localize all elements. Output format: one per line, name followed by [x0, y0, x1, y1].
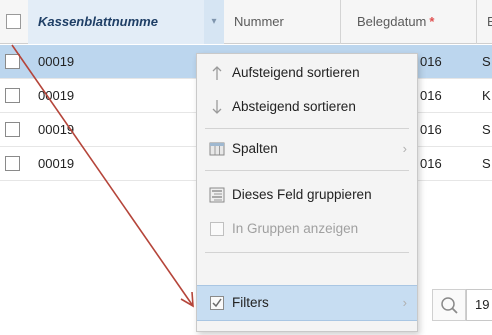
cell-kassenblattnummer: 00019 — [38, 156, 75, 171]
column-header-label: E — [487, 14, 492, 29]
cell-e: S — [482, 122, 491, 137]
row-checkbox[interactable] — [5, 156, 20, 171]
row-checkbox[interactable] — [5, 122, 20, 137]
columns-icon — [209, 142, 225, 156]
cell-e: S — [482, 156, 491, 171]
menu-item-columns[interactable]: Spalten › — [197, 132, 417, 166]
row-checkbox[interactable] — [5, 88, 20, 103]
cell-e: S — [482, 54, 491, 69]
column-menu-trigger[interactable]: ▾ — [204, 0, 224, 44]
menu-item-label: In Gruppen anzeigen — [232, 221, 359, 236]
menu-item-filters[interactable]: Filters › — [197, 285, 417, 321]
cell-belegdatum: 016 — [420, 88, 442, 103]
menu-item-label: Filters — [232, 295, 269, 310]
menu-item-group-by-field[interactable]: Dieses Feld gruppieren — [197, 178, 417, 212]
cell-kassenblattnummer: 00019 — [38, 88, 75, 103]
group-icon — [209, 187, 225, 203]
column-header-belegdatum[interactable]: Belegdatum * — [341, 0, 477, 44]
submenu-chevron-icon: › — [402, 295, 407, 310]
menu-item-label: Absteigend sortieren — [232, 99, 356, 114]
sort-ascending-icon — [212, 66, 222, 80]
required-marker: * — [429, 14, 435, 29]
grid-header: Kassenblattnumme ▾ Nummer Belegdatum * E — [0, 0, 492, 44]
menu-item-label: Spalten — [232, 141, 278, 156]
menu-separator — [205, 252, 409, 253]
cell-kassenblattnummer: 00019 — [38, 54, 75, 69]
column-header-label: Nummer — [234, 14, 284, 29]
column-header-e[interactable]: E — [477, 0, 492, 44]
column-header-label: Kassenblattnumme — [38, 14, 158, 29]
menu-item-label: Aufsteigend sortieren — [232, 65, 360, 80]
row-checkbox[interactable] — [5, 54, 20, 69]
search-button[interactable] — [432, 289, 466, 321]
filter-input[interactable]: 19 — [466, 289, 492, 321]
checkbox-icon — [210, 222, 224, 236]
menu-separator — [205, 128, 409, 129]
column-header-kassenblattnummer[interactable]: Kassenblattnumme ▾ — [28, 0, 224, 44]
cell-belegdatum: 016 — [420, 54, 442, 69]
search-icon — [441, 297, 458, 314]
column-context-menu: Aufsteigend sortieren Absteigend sortier… — [196, 53, 418, 332]
menu-separator — [205, 170, 409, 171]
submenu-chevron-icon: › — [402, 141, 407, 156]
select-all-checkbox[interactable] — [6, 14, 21, 29]
checkbox-checked-icon — [210, 296, 224, 310]
menu-item-sort-descending[interactable]: Absteigend sortieren — [197, 90, 417, 124]
column-header-label: Belegdatum — [357, 14, 427, 29]
menu-item-label: Dieses Feld gruppieren — [232, 187, 372, 202]
menu-item-show-in-groups[interactable]: In Gruppen anzeigen — [197, 212, 417, 246]
sort-descending-icon — [212, 100, 222, 114]
cell-belegdatum: 016 — [420, 156, 442, 171]
cell-belegdatum: 016 — [420, 122, 442, 137]
menu-item-sort-ascending[interactable]: Aufsteigend sortieren — [197, 56, 417, 90]
cell-kassenblattnummer: 00019 — [38, 122, 75, 137]
cell-e: K — [482, 88, 491, 103]
chevron-down-icon: ▾ — [211, 16, 217, 27]
column-header-nummer[interactable]: Nummer — [224, 0, 341, 44]
